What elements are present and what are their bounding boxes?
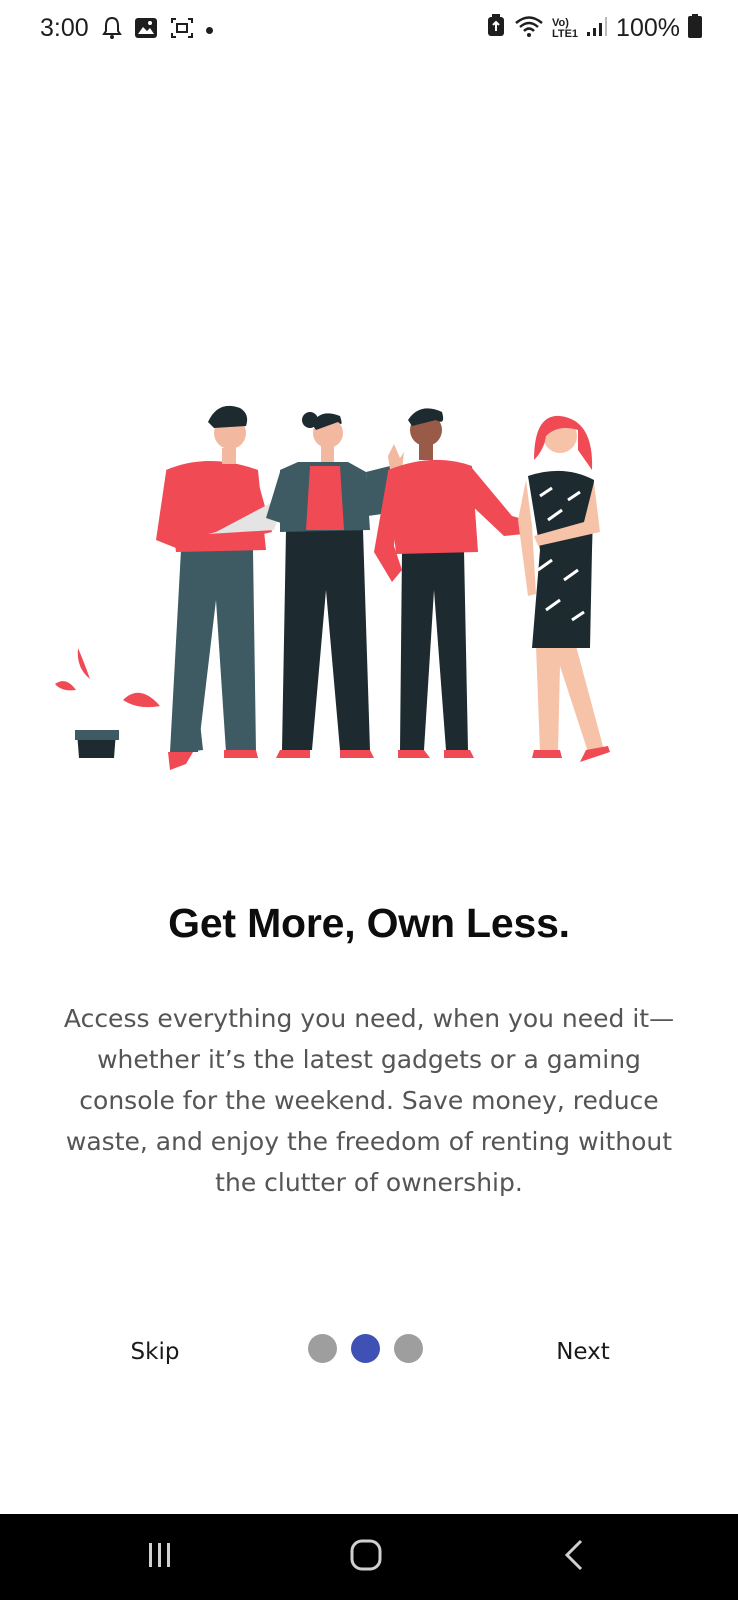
- back-icon: [561, 1538, 587, 1577]
- screenshot-icon: [170, 17, 194, 44]
- notification-bell-icon: [102, 16, 122, 45]
- skip-button[interactable]: Skip: [110, 1330, 200, 1374]
- lte-label: LTE1: [551, 27, 579, 40]
- battery-percent: 100%: [616, 14, 680, 42]
- battery-icon: [688, 14, 702, 43]
- plant-icon: [55, 648, 160, 758]
- signal-icon: [586, 15, 608, 42]
- onboarding-illustration: [48, 400, 628, 800]
- recent-apps-button[interactable]: [130, 1536, 190, 1578]
- back-button[interactable]: [544, 1536, 604, 1578]
- home-button[interactable]: [336, 1536, 396, 1578]
- status-bar: 3:00 Vo) LTE1 100%: [0, 0, 738, 60]
- page-dot-3[interactable]: [394, 1334, 423, 1363]
- status-time: 3:00: [40, 14, 89, 42]
- navigation-bar: [0, 1514, 738, 1600]
- onboarding-description: Access everything you need, when you nee…: [63, 1004, 675, 1197]
- battery-saver-icon: [486, 14, 506, 43]
- person-checked-icon: [266, 412, 404, 758]
- wifi-icon: [514, 14, 544, 43]
- home-icon: [349, 1538, 383, 1577]
- volte-label: Vo): [551, 16, 569, 29]
- page-dot-1[interactable]: [308, 1334, 337, 1363]
- person-laptop-icon: [156, 405, 286, 770]
- dot-icon: [206, 27, 213, 34]
- page-dot-2-active[interactable]: [351, 1334, 380, 1363]
- status-notification-icons: [102, 16, 213, 45]
- volte-icon: Vo) LTE1: [551, 16, 579, 40]
- page-title: Get More, Own Less.: [168, 900, 570, 946]
- image-icon: [134, 17, 158, 44]
- person-dress-icon: [518, 415, 610, 762]
- next-button[interactable]: Next: [538, 1330, 628, 1374]
- page-indicator: [308, 1334, 423, 1363]
- recent-apps-icon: [145, 1540, 175, 1575]
- status-system-icons: Vo) LTE1 100%: [486, 14, 702, 43]
